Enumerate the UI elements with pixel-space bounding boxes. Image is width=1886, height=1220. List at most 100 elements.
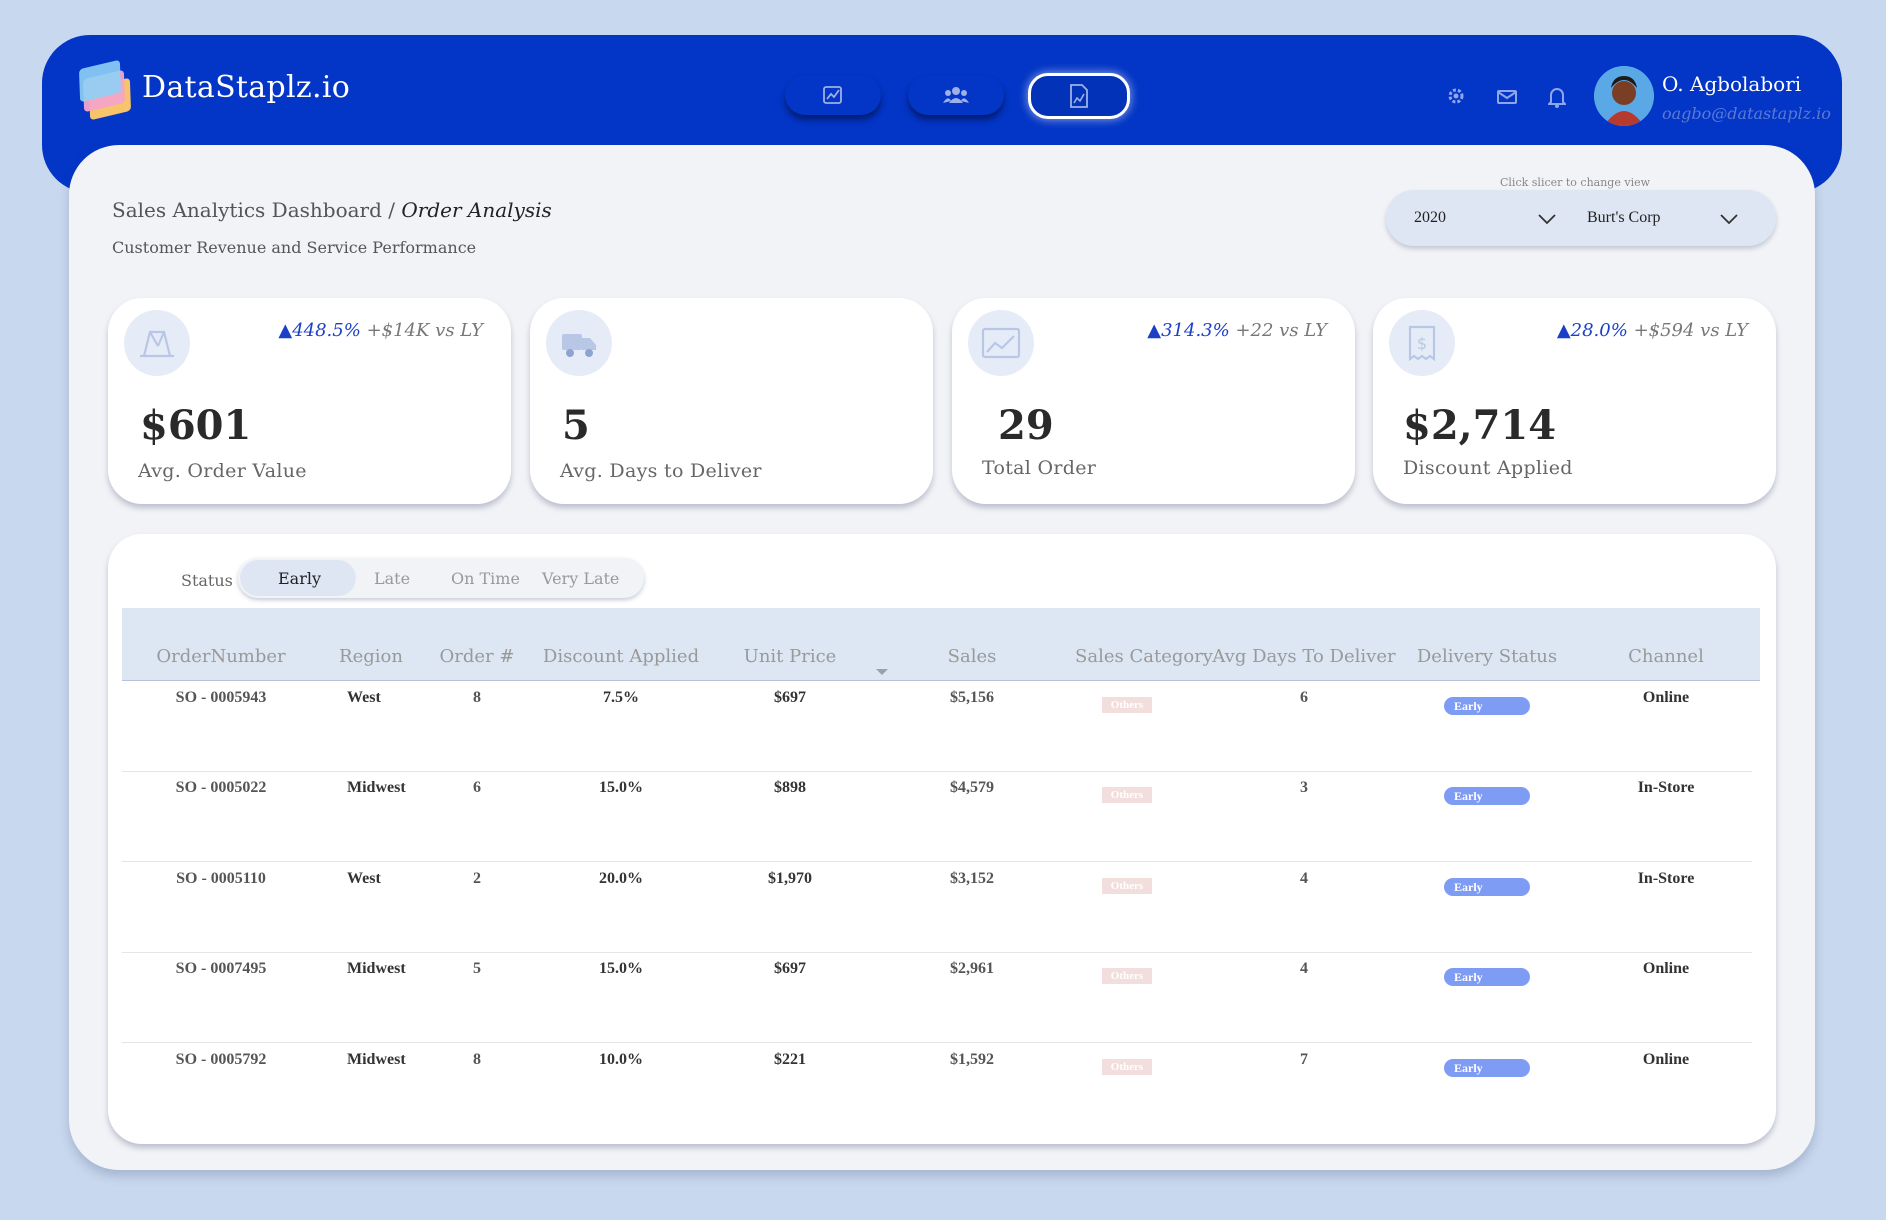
status-option-on-time[interactable]: On Time bbox=[451, 569, 520, 588]
cell-discount: 20.0% bbox=[599, 870, 643, 887]
cell-order-number: SO - 0005792 bbox=[175, 1051, 267, 1068]
chevron-down-icon bbox=[1720, 214, 1738, 224]
sales-category-badge: Others bbox=[1102, 787, 1152, 803]
kpi-delta-pct: ▲28.0% bbox=[1556, 320, 1628, 341]
table-row[interactable]: SO - 0007495 Midwest 5 15.0% $697 $2,961… bbox=[122, 952, 1752, 1043]
cell-region: Midwest bbox=[347, 1051, 406, 1068]
delivery-status-badge: Early bbox=[1444, 968, 1530, 986]
status-filter: Early Late On Time Very Late bbox=[238, 558, 644, 598]
column-header-region[interactable]: Region bbox=[339, 646, 403, 667]
column-header-order-number[interactable]: OrderNumber bbox=[156, 646, 285, 667]
customer-slicer[interactable]: Burt's Corp bbox=[1581, 190, 1776, 246]
dollar-receipt-icon: $ bbox=[1408, 325, 1436, 362]
cell-unit-price: $1,970 bbox=[768, 870, 812, 887]
sales-category-badge: Others bbox=[1102, 697, 1152, 713]
cell-region: Midwest bbox=[347, 960, 406, 977]
cell-channel: In-Store bbox=[1637, 870, 1695, 887]
kpi-label: Total Order bbox=[982, 457, 1097, 479]
column-header-sales-category[interactable]: Sales Category bbox=[1075, 646, 1213, 667]
svg-text:$: $ bbox=[1417, 334, 1427, 353]
column-header-sales[interactable]: Sales bbox=[948, 646, 997, 667]
column-header-avg-days[interactable]: Avg Days To Deliver bbox=[1212, 646, 1395, 667]
bell-icon[interactable] bbox=[1548, 86, 1566, 108]
kpi-delta-text: +$14K vs LY bbox=[360, 320, 483, 341]
cell-channel: In-Store bbox=[1637, 779, 1695, 796]
user-name: O. Agbolabori bbox=[1662, 72, 1802, 96]
breadcrumb-root[interactable]: Sales Analytics Dashboard / bbox=[112, 198, 401, 222]
users-icon bbox=[943, 87, 969, 103]
kpi-card-avg-order-value: ▲448.5% +$14K vs LY $601 Avg. Order Valu… bbox=[108, 298, 511, 504]
column-header-unit-price[interactable]: Unit Price bbox=[744, 646, 837, 667]
cart-icon bbox=[140, 330, 174, 358]
cell-sales: $4,579 bbox=[950, 779, 994, 796]
delivery-status-badge: Early bbox=[1444, 787, 1530, 805]
page-subtitle: Customer Revenue and Service Performance bbox=[112, 238, 477, 257]
kpi-value: $2,714 bbox=[1403, 402, 1557, 449]
cell-order-number: SO - 0007495 bbox=[175, 960, 267, 977]
cell-order-count: 8 bbox=[473, 689, 481, 706]
table-row[interactable]: SO - 0005792 Midwest 8 10.0% $221 $1,592… bbox=[122, 1043, 1752, 1133]
cell-channel: Online bbox=[1642, 689, 1690, 706]
kpi-delta-pct: ▲314.3% bbox=[1147, 320, 1230, 341]
cell-region: West bbox=[347, 870, 381, 887]
cell-order-count: 8 bbox=[473, 1051, 481, 1068]
column-header-delivery-status[interactable]: Delivery Status bbox=[1417, 646, 1557, 667]
table-row[interactable]: SO - 0005943 West 8 7.5% $697 $5,156 Oth… bbox=[122, 681, 1752, 772]
mail-icon[interactable] bbox=[1497, 89, 1517, 105]
kpi-label: Avg. Order Value bbox=[138, 460, 307, 482]
status-option-late[interactable]: Late bbox=[374, 569, 410, 588]
column-header-discount[interactable]: Discount Applied bbox=[543, 646, 699, 667]
avatar[interactable] bbox=[1594, 66, 1654, 126]
sort-arrow-icon[interactable] bbox=[876, 669, 888, 675]
kpi-card-discount: $ ▲28.0% +$594 vs LY $2,714 Discount App… bbox=[1373, 298, 1776, 504]
nav-users-button[interactable] bbox=[908, 75, 1004, 115]
slicer-hint: Click slicer to change view bbox=[1500, 176, 1651, 189]
table-header: OrderNumber Region Order # Discount Appl… bbox=[122, 608, 1760, 681]
cell-sales: $1,592 bbox=[950, 1051, 994, 1068]
breadcrumb: Sales Analytics Dashboard / Order Analys… bbox=[112, 198, 552, 222]
cell-discount: 10.0% bbox=[599, 1051, 643, 1068]
table-row[interactable]: SO - 0005022 Midwest 6 15.0% $898 $4,579… bbox=[122, 771, 1752, 862]
kpi-value: 5 bbox=[562, 402, 590, 449]
status-option-very-late[interactable]: Very Late bbox=[542, 569, 619, 588]
year-slicer-value: 2020 bbox=[1414, 209, 1446, 226]
cell-channel: Online bbox=[1642, 1051, 1690, 1068]
kpi-card-avg-days: 5 Avg. Days to Deliver bbox=[530, 298, 933, 504]
truck-icon bbox=[562, 334, 596, 357]
column-header-order-count[interactable]: Order # bbox=[440, 646, 515, 667]
sales-category-badge: Others bbox=[1102, 968, 1152, 984]
gear-icon[interactable] bbox=[1446, 86, 1466, 106]
chart-icon bbox=[981, 327, 1021, 359]
cell-sales: $2,961 bbox=[950, 960, 994, 977]
cell-order-count: 6 bbox=[473, 779, 481, 796]
kpi-value: 29 bbox=[998, 402, 1054, 449]
year-slicer[interactable]: 2020 bbox=[1386, 190, 1581, 246]
kpi-value: $601 bbox=[140, 402, 252, 449]
table-row[interactable]: SO - 0005110 West 2 20.0% $1,970 $3,152 … bbox=[122, 862, 1752, 953]
cell-order-number: SO - 0005022 bbox=[175, 779, 267, 796]
cell-avg-days: 7 bbox=[1300, 1051, 1308, 1068]
delivery-status-badge: Early bbox=[1444, 1059, 1530, 1077]
kpi-delta-text: +$594 vs LY bbox=[1627, 320, 1748, 341]
status-option-early[interactable]: Early bbox=[278, 569, 321, 588]
cell-order-count: 2 bbox=[473, 870, 481, 887]
nav-invoice-button[interactable] bbox=[1028, 73, 1130, 119]
cell-avg-days: 4 bbox=[1300, 960, 1308, 977]
cell-sales: $3,152 bbox=[950, 870, 994, 887]
user-email: oagbo@datastaplz.io bbox=[1662, 104, 1831, 123]
column-header-channel[interactable]: Channel bbox=[1628, 646, 1704, 667]
cell-avg-days: 3 bbox=[1300, 779, 1308, 796]
sales-category-badge: Others bbox=[1102, 1059, 1152, 1075]
kpi-label: Discount Applied bbox=[1403, 457, 1573, 479]
cell-unit-price: $697 bbox=[774, 689, 806, 706]
cell-sales: $5,156 bbox=[950, 689, 994, 706]
cell-order-number: SO - 0005943 bbox=[175, 689, 267, 706]
status-filter-label: Status bbox=[181, 571, 233, 590]
cell-discount: 15.0% bbox=[599, 960, 643, 977]
cell-order-count: 5 bbox=[473, 960, 481, 977]
customer-slicer-value: Burt's Corp bbox=[1587, 209, 1661, 226]
nav-report-button[interactable] bbox=[785, 75, 881, 115]
cell-unit-price: $697 bbox=[774, 960, 806, 977]
cell-avg-days: 6 bbox=[1300, 689, 1308, 706]
cell-unit-price: $898 bbox=[774, 779, 806, 796]
